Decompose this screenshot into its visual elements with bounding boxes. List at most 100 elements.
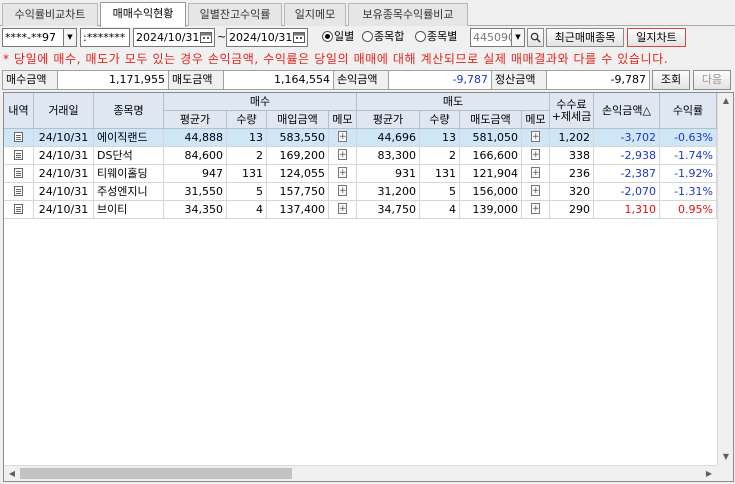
- cell-buy-quantity: 2: [227, 147, 267, 165]
- search-icon: [530, 32, 541, 43]
- cell-return-rate: -1.31%: [660, 183, 717, 201]
- settle-amount-value: -9,787: [546, 70, 650, 90]
- tab-trade-profit-status[interactable]: 매매수익현황: [100, 2, 186, 27]
- header-buy-amount[interactable]: 매입금액: [267, 111, 329, 129]
- radio-selected-icon: [322, 31, 333, 42]
- header-sell-amount[interactable]: 매도금액: [460, 111, 522, 129]
- row-detail-icon[interactable]: [4, 165, 34, 183]
- scroll-down-icon[interactable]: ▼: [718, 449, 733, 465]
- recent-traded-items-button[interactable]: 최근매매종목: [546, 28, 624, 47]
- item-search-button[interactable]: [527, 28, 544, 47]
- header-return-rate[interactable]: 수익률: [660, 93, 717, 129]
- header-buy-quantity[interactable]: 수량: [227, 111, 267, 129]
- calendar-icon[interactable]: [293, 31, 305, 43]
- document-icon: [14, 132, 23, 142]
- settle-amount-label: 정산금액: [491, 70, 547, 90]
- vertical-scrollbar[interactable]: ▲ ▼: [717, 93, 733, 465]
- header-pnl-amount[interactable]: 손익금액△: [594, 93, 660, 129]
- notice-text: * 당일에 매수, 매도가 모두 있는 경우 손익금액, 수익률은 당일의 매매…: [3, 52, 669, 66]
- header-trade-date[interactable]: 거래일: [34, 93, 94, 129]
- memo-add-icon: [531, 129, 540, 146]
- header-buy-memo: 메모: [329, 111, 357, 129]
- cell-buy-memo[interactable]: [329, 147, 357, 165]
- row-detail-icon[interactable]: [4, 147, 34, 165]
- cell-buy-quantity: 5: [227, 183, 267, 201]
- cell-buy-memo[interactable]: [329, 165, 357, 183]
- header-buy-group: 매수: [164, 93, 357, 111]
- cell-pnl-amount: -2,070: [594, 183, 660, 201]
- radio-item-sum[interactable]: 종목합: [362, 29, 404, 45]
- header-sell-quantity[interactable]: 수량: [420, 111, 460, 129]
- tab-return-comparison-chart[interactable]: 수익률비교차트: [2, 3, 98, 26]
- tab-journal-memo[interactable]: 일지메모: [284, 3, 346, 26]
- cell-fee-tax: 1,202: [550, 129, 594, 147]
- row-detail-icon[interactable]: [4, 129, 34, 147]
- chevron-down-icon: ▼: [67, 33, 73, 41]
- pnl-amount-label: 손익금액: [333, 70, 389, 90]
- scrollbar-corner: [717, 465, 733, 481]
- next-button[interactable]: 다음: [693, 70, 731, 90]
- cell-fee-tax: 236: [550, 165, 594, 183]
- password-field[interactable]: :*******: [80, 28, 130, 47]
- cell-sell-memo[interactable]: [522, 201, 550, 219]
- cell-buy-avg-price: 84,600: [164, 147, 227, 165]
- item-code-field[interactable]: 445090: [470, 28, 512, 47]
- header-fee-tax[interactable]: 수수료 +제세금: [550, 93, 594, 129]
- account-number-field[interactable]: ****-**97: [2, 28, 64, 47]
- cell-buy-memo[interactable]: [329, 201, 357, 219]
- radio-daily[interactable]: 일별: [322, 29, 354, 45]
- header-sell-memo: 메모: [522, 111, 550, 129]
- cell-buy-avg-price: 44,888: [164, 129, 227, 147]
- horizontal-scrollbar[interactable]: ◀ ▶: [4, 465, 717, 481]
- cell-buy-quantity: 131: [227, 165, 267, 183]
- cell-sell-memo[interactable]: [522, 147, 550, 165]
- header-sell-group: 매도: [357, 93, 550, 111]
- journal-chart-button[interactable]: 일지차트: [627, 28, 686, 47]
- cell-fee-tax: 320: [550, 183, 594, 201]
- row-detail-icon[interactable]: [4, 183, 34, 201]
- cell-item-name: 에이직랜드: [94, 129, 164, 147]
- cell-sell-avg-price: 31,200: [357, 183, 420, 201]
- cell-sell-amount: 156,000: [460, 183, 522, 201]
- cell-sell-avg-price: 83,300: [357, 147, 420, 165]
- cell-sell-quantity: 13: [420, 129, 460, 147]
- chevron-down-icon: ▼: [515, 33, 521, 41]
- header-item-name[interactable]: 종목명: [94, 93, 164, 129]
- tab-holding-return-comparison[interactable]: 보유종목수익률비교: [348, 3, 468, 26]
- tab-daily-balance-return[interactable]: 일별잔고수익률: [188, 3, 282, 26]
- radio-by-item-label: 종목별: [427, 30, 458, 43]
- cell-buy-memo[interactable]: [329, 183, 357, 201]
- cell-return-rate: -0.63%: [660, 129, 717, 147]
- cell-sell-quantity: 131: [420, 165, 460, 183]
- start-date-field[interactable]: 2024/10/31: [133, 28, 215, 47]
- sell-amount-label: 매도금액: [168, 70, 224, 90]
- cell-item-name: 브이티: [94, 201, 164, 219]
- cell-sell-amount: 121,904: [460, 165, 522, 183]
- item-code-dropdown-button[interactable]: ▼: [512, 28, 525, 47]
- cell-sell-memo[interactable]: [522, 129, 550, 147]
- cell-item-name: 티웨이홀딩: [94, 165, 164, 183]
- account-dropdown-button[interactable]: ▼: [64, 28, 77, 47]
- calendar-icon[interactable]: [200, 31, 212, 43]
- cell-buy-amount: 169,200: [267, 147, 329, 165]
- header-detail: 내역: [4, 93, 34, 129]
- horizontal-scroll-thumb[interactable]: [20, 468, 292, 479]
- memo-add-icon: [338, 129, 347, 146]
- scroll-up-icon[interactable]: ▲: [718, 93, 733, 109]
- radio-by-item[interactable]: 종목별: [415, 29, 457, 45]
- cell-buy-memo[interactable]: [329, 129, 357, 147]
- cell-pnl-amount: 1,310: [594, 201, 660, 219]
- cell-sell-memo[interactable]: [522, 165, 550, 183]
- row-detail-icon[interactable]: [4, 201, 34, 219]
- query-button[interactable]: 조회: [652, 70, 690, 90]
- cell-buy-avg-price: 31,550: [164, 183, 227, 201]
- cell-buy-amount: 137,400: [267, 201, 329, 219]
- memo-add-icon: [531, 183, 540, 200]
- scroll-left-icon[interactable]: ◀: [4, 466, 20, 481]
- cell-buy-avg-price: 947: [164, 165, 227, 183]
- header-buy-avg-price[interactable]: 평균가: [164, 111, 227, 129]
- cell-sell-memo[interactable]: [522, 183, 550, 201]
- scroll-right-icon[interactable]: ▶: [701, 466, 717, 481]
- end-date-field[interactable]: 2024/10/31: [226, 28, 308, 47]
- header-sell-avg-price[interactable]: 평균가: [357, 111, 420, 129]
